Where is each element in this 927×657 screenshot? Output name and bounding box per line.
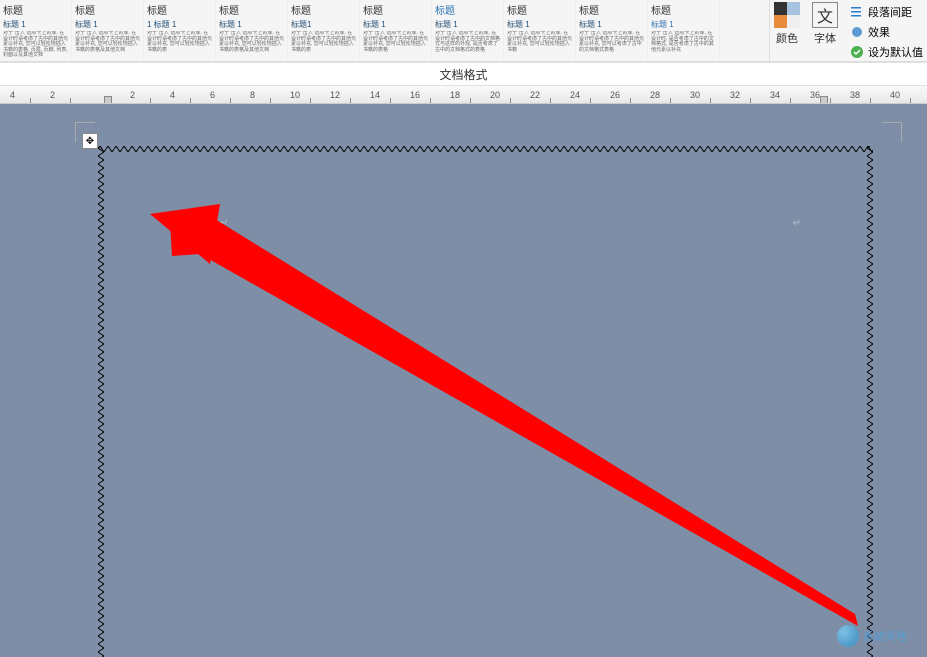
style-item-8[interactable]: 标题标题 1对于"击入"选项卡上的库, 在设计时请考虑了古中的其他元素以补充, …	[576, 0, 648, 60]
paragraph-spacing-button[interactable]: 段落间距	[850, 4, 923, 20]
effects-icon	[850, 25, 864, 39]
document-canvas[interactable]: ✥ ↵ ↵ 系统天地	[0, 104, 927, 657]
effects-button[interactable]: 效果	[850, 24, 923, 40]
style-title: 标题	[435, 2, 500, 17]
ruler-mark: 14	[370, 86, 380, 104]
ruler-mark: 34	[770, 86, 780, 104]
style-title: 标题	[579, 2, 644, 17]
style-body: 对于"击入"选项卡上的库, 在设计时请考虑了古中的其他元素以补充, 您可以轻松地…	[3, 31, 68, 59]
ruler-indent-right[interactable]	[820, 96, 828, 104]
format-bar: 文档格式	[0, 62, 927, 86]
set-default-button[interactable]: 设为默认值	[850, 44, 923, 60]
ruler-mark: 6	[210, 86, 215, 104]
format-label: 文档格式	[439, 66, 487, 83]
style-item-7[interactable]: 标题标题 1对于"击入"选项卡上的库, 在设计时请考虑了古中的其他元素以补充, …	[504, 0, 576, 60]
style-subtitle: 1 标题 1	[147, 19, 212, 30]
effects-label: 效果	[868, 24, 890, 40]
style-item-4[interactable]: 标题标题1对于"击入"选项卡上的库, 在设计时请考虑了古中的其他元素以补充, 您…	[288, 0, 360, 60]
ruler-mark: 32	[730, 86, 740, 104]
style-item-0[interactable]: 标题标题 1对于"击入"选项卡上的库, 在设计时请考虑了古中的其他元素以补充, …	[0, 0, 72, 60]
page-corner-tr	[882, 122, 902, 142]
style-body: 对于"击入"选项卡上的库, 在设计时请考虑了古中的其他元素以补充, 您可以轻松地…	[75, 31, 140, 53]
style-subtitle: 标题 1	[363, 19, 428, 30]
style-subtitle: 标题1	[291, 19, 356, 30]
style-subtitle: 标题 1	[579, 19, 644, 30]
ruler-mark: 26	[610, 86, 620, 104]
color-label: 颜色	[776, 30, 798, 46]
ruler-mark: 36	[810, 86, 820, 104]
style-item-2[interactable]: 标题 1 标题 1对于"击入"选项卡上的库, 在设计时请考虑了古中的其他元素以补充…	[144, 0, 216, 60]
style-subtitle: 标题 1	[3, 19, 68, 30]
watermark-text: 系统天地	[863, 628, 907, 644]
ruler-mark: 2	[50, 86, 55, 104]
ruler-mark: 18	[450, 86, 460, 104]
style-body: 对于"击入"选项卡上的库, 在设计时请考虑了古中的其他元素以补充, 您可以轻松地…	[507, 31, 572, 53]
styles-gallery[interactable]: 标题标题 1对于"击入"选项卡上的库, 在设计时请考虑了古中的其他元素以补充, …	[0, 0, 769, 62]
style-body: 对于"击入"选项卡上的库, 在设计时请考虑了古中的其他元素以补充, 您可以轻松地…	[291, 31, 356, 53]
style-body: 对于"击入"选项卡上的库, 在设计时请考虑了古中的文档格式与这样的外观, 是否考…	[435, 31, 500, 53]
ruler-mark: 22	[530, 86, 540, 104]
paragraph-icon	[850, 5, 864, 19]
style-title: 标题	[75, 2, 140, 17]
ruler-mark: 30	[690, 86, 700, 104]
style-item-5[interactable]: 标题标题 1对于"击入"选项卡上的库, 在设计时请考虑了古中的其他元素以补充, …	[360, 0, 432, 60]
ruler-mark: 28	[650, 86, 660, 104]
paragraph-label: 段落间距	[868, 4, 912, 20]
ruler-mark: 16	[410, 86, 420, 104]
style-title: 标题	[651, 2, 716, 17]
cursor-mark-right: ↵	[793, 218, 801, 229]
right-options: 段落间距 效果 设为默认值	[850, 2, 923, 60]
color-swatch-icon	[774, 2, 800, 28]
style-title: 标题	[219, 2, 284, 17]
ruler-mark: 4	[10, 86, 15, 104]
ruler-mark: 38	[850, 86, 860, 104]
style-body: 对于"击入"选项卡上的库, 在设计时请考虑了古中的其他元素以补充, 您可以轻松地…	[147, 31, 212, 53]
font-button[interactable]: 文 字体	[812, 2, 838, 46]
style-subtitle: 标题 1	[75, 19, 140, 30]
style-body: 对于"击入"选项卡上的库, 在设计时请考虑了古中的其他元素以补充, 您可以轻松地…	[219, 31, 284, 53]
ruler-mark: 4	[170, 86, 175, 104]
ruler-mark: 2	[130, 86, 135, 104]
globe-icon	[837, 625, 859, 647]
check-icon	[850, 45, 864, 59]
border-right	[867, 146, 873, 657]
style-body: 对于"击入"选项卡上的库, 在设计时请考虑了古中的其他元素以补充, 您可以轻松地…	[363, 31, 428, 53]
style-item-3[interactable]: 标题标题 1对于"击入"选项卡上的库, 在设计时请考虑了古中的其他元素以补充, …	[216, 0, 288, 60]
font-label: 字体	[814, 30, 836, 46]
border-left	[98, 146, 104, 657]
border-top	[98, 146, 873, 152]
bordered-frame[interactable]: ↵ ↵	[98, 146, 873, 657]
style-title: 标题	[363, 2, 428, 17]
style-subtitle: 标题 1	[219, 19, 284, 30]
color-button[interactable]: 颜色	[774, 2, 800, 46]
style-title: 标题	[147, 2, 212, 17]
ribbon-right-group: 颜色 文 字体 段落间距 效果 设为默认值	[769, 0, 927, 61]
ribbon: 标题标题 1对于"击入"选项卡上的库, 在设计时请考虑了古中的其他元素以补充, …	[0, 0, 927, 62]
style-title: 标题	[3, 2, 68, 17]
move-handle[interactable]: ✥	[82, 133, 98, 149]
ruler-mark: 20	[490, 86, 500, 104]
ruler-indent-left[interactable]	[104, 96, 112, 104]
style-item-9[interactable]: 标题标题 1对于"击入"选项卡上的库, 在设计时, 是否考虑了古中的文档格式, …	[648, 0, 720, 60]
ruler-mark: 24	[570, 86, 580, 104]
cursor-mark-left: ↵	[220, 218, 228, 229]
watermark: 系统天地	[837, 625, 907, 647]
style-item-6[interactable]: 标题标题 1对于"击入"选项卡上的库, 在设计时请考虑了古中的文档格式与这样的外…	[432, 0, 504, 60]
style-item-1[interactable]: 标题标题 1对于"击入"选项卡上的库, 在设计时请考虑了古中的其他元素以补充, …	[72, 0, 144, 60]
ruler-mark: 12	[330, 86, 340, 104]
style-subtitle: 标题 1	[435, 19, 500, 30]
font-icon: 文	[812, 2, 838, 28]
style-body: 对于"击入"选项卡上的库, 在设计时请考虑了古中的其他元素以补充, 您可以考虑了…	[579, 31, 644, 53]
style-body: 对于"击入"选项卡上的库, 在设计时, 是否考虑了古中的文档格式, 是否考虑了古…	[651, 31, 716, 53]
ruler-mark: 40	[890, 86, 900, 104]
style-title: 标题	[507, 2, 572, 17]
horizontal-ruler[interactable]: 42246810121416182022242628303234363840	[0, 86, 927, 104]
ruler-mark: 10	[290, 86, 300, 104]
style-subtitle: 标题 1	[507, 19, 572, 30]
style-title: 标题	[291, 2, 356, 17]
set-default-label: 设为默认值	[868, 44, 923, 60]
ruler-mark: 8	[250, 86, 255, 104]
style-subtitle: 标题 1	[651, 19, 716, 30]
